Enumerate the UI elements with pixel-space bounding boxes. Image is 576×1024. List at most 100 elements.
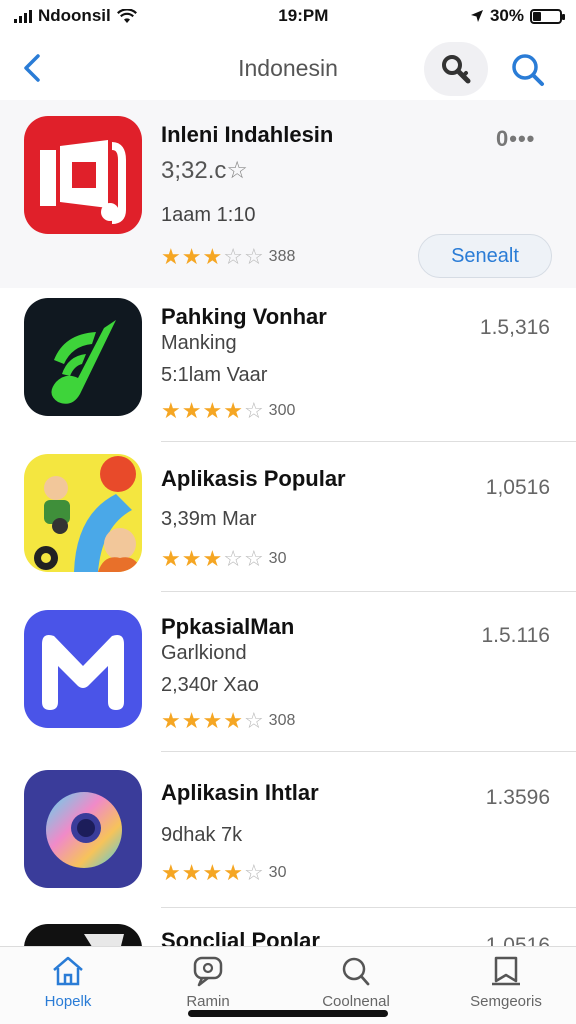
app-size: 1,0516 <box>485 476 550 499</box>
app-name: Inleni Indahlesin <box>161 122 334 147</box>
get-button[interactable]: Senealt <box>418 234 552 278</box>
tab-label: Hopelk <box>44 993 92 1010</box>
app-meta: 2,340r Xao <box>161 674 259 696</box>
tab-label: Coolnenal <box>322 993 390 1010</box>
key-button[interactable] <box>424 42 488 96</box>
app-meta: 5:1lam Vaar <box>161 364 268 386</box>
star-rating: ★ ★ ★ ☆ ☆ 388 <box>161 246 295 268</box>
app-rating-text: 3;32.c☆ <box>161 156 248 185</box>
chat-icon <box>193 956 223 987</box>
tab-ramin[interactable]: Ramin <box>148 955 268 1010</box>
status-bar: Ndoonsil 19:PM 30% <box>0 0 576 32</box>
rating-count: 388 <box>268 248 296 265</box>
star-filled-icon: ★ <box>181 398 202 423</box>
app-icon <box>24 924 142 946</box>
more-button[interactable]: 0••• <box>496 126 535 152</box>
star-filled-icon: ★ <box>202 546 223 571</box>
chevron-left-icon <box>24 54 40 82</box>
tab-label: Ramin <box>186 993 230 1010</box>
star-filled-icon: ★ <box>202 398 223 423</box>
star-empty-icon: ☆ <box>223 546 243 571</box>
list-item[interactable]: Sonclial Poplar 1.0516 <box>0 908 576 946</box>
star-filled-icon: ★ <box>181 708 202 733</box>
page-title: Indonesin <box>238 54 338 81</box>
app-size: 1.0516 <box>485 934 550 946</box>
tab-home[interactable]: Hopelk <box>8 955 128 1010</box>
star-empty-icon: ☆ <box>243 244 264 269</box>
house-icon <box>53 956 83 986</box>
music-note-app-icon <box>24 298 142 416</box>
star-filled-icon: ★ <box>223 860 243 885</box>
star-rating: ★ ★ ★ ★ ☆ 30 <box>161 862 286 884</box>
clock: 19:PM <box>278 6 329 25</box>
back-button[interactable] <box>18 52 48 84</box>
app-subtitle: Garlkiond <box>161 642 247 664</box>
search-icon <box>512 54 544 86</box>
wifi-icon <box>116 8 137 23</box>
star-rating: ★ ★ ★ ☆ ☆ 30 <box>161 548 286 570</box>
key-icon <box>442 55 471 84</box>
battery-icon <box>529 8 565 24</box>
ring-app-icon <box>24 770 142 888</box>
home-indicator[interactable] <box>188 1010 388 1017</box>
star-empty-icon: ☆ <box>243 398 264 423</box>
app-list: Inleni Indahlesin 3;32.c☆ 1aam 1:10 ★ ★ ★ ☆… <box>0 100 576 946</box>
carrier-name: Ndoonsil <box>38 6 111 25</box>
battery-fill <box>532 11 541 21</box>
battery-percent: 30% <box>489 6 524 25</box>
app-name: Sonclial Poplar <box>161 928 320 946</box>
star-filled-icon: ★ <box>161 244 181 269</box>
star-rating: ★ ★ ★ ★ ☆ 308 <box>161 710 295 732</box>
star-empty-icon: ☆ <box>223 244 243 269</box>
star-filled-icon: ★ <box>161 398 181 423</box>
letter-m-app-icon <box>24 610 142 728</box>
app-name: Aplikasin Ihtlar <box>161 780 319 805</box>
star-filled-icon: ★ <box>181 860 202 885</box>
star-filled-icon: ★ <box>223 708 243 733</box>
app-size: 1.5.116 <box>481 624 550 647</box>
kids-app-icon <box>24 454 142 572</box>
list-item[interactable]: PpkasialMan Garlkiond 2,340r Xao ★ ★ ★ ★ ☆ 30… <box>0 592 576 752</box>
status-left: Ndoonsil <box>14 6 137 26</box>
star-filled-icon: ★ <box>161 860 181 885</box>
tab-semgeoris[interactable]: Semgeoris <box>446 955 566 1010</box>
list-item[interactable]: Aplikasis Popular 3,39m Mar ★ ★ ★ ☆ ☆ 30 1,05… <box>0 442 576 592</box>
cellular-signal-icon <box>14 9 32 23</box>
tab-coolnenal[interactable]: Coolnenal <box>296 955 416 1010</box>
star-filled-icon: ★ <box>202 244 223 269</box>
app-size: 1.3596 <box>485 786 550 809</box>
app-meta: 1aam 1:10 <box>161 204 256 226</box>
rating-count: 30 <box>268 550 287 567</box>
star-empty-icon: ☆ <box>243 860 264 885</box>
rating-count: 308 <box>268 712 296 729</box>
app-size: 1.5,316 <box>479 316 550 339</box>
star-filled-icon: ★ <box>161 546 181 571</box>
bookmark-icon <box>492 956 520 986</box>
star-outline-icon: ☆ <box>226 157 248 184</box>
rating-value: 3;32.c <box>161 157 227 184</box>
star-filled-icon: ★ <box>161 708 181 733</box>
star-rating: ★ ★ ★ ★ ☆ 300 <box>161 400 295 422</box>
app-name: PpkasialMan <box>161 614 295 639</box>
featured-app-row[interactable]: Inleni Indahlesin 3;32.c☆ 1aam 1:10 ★ ★ ★ ☆… <box>0 100 576 288</box>
app-meta: 9dhak 7k <box>161 824 243 846</box>
list-item[interactable]: Pahking Vonhar Manking 5:1lam Vaar ★ ★ ★ ★ ☆… <box>0 288 576 442</box>
star-filled-icon: ★ <box>181 546 202 571</box>
location-arrow-icon <box>470 10 483 22</box>
list-item[interactable]: Aplikasin Ihtlar 9dhak 7k ★ ★ ★ ★ ☆ 30 1.3596 <box>0 752 576 908</box>
video-app-icon <box>24 116 142 234</box>
search-icon <box>342 957 370 986</box>
app-name: Aplikasis Popular <box>161 466 346 491</box>
navigation-bar: Indonesin <box>0 36 576 100</box>
app-name: Pahking Vonhar <box>161 304 327 329</box>
star-filled-icon: ★ <box>202 708 223 733</box>
rating-count: 300 <box>268 402 296 419</box>
app-meta: 3,39m Mar <box>161 508 257 530</box>
tab-label: Semgeoris <box>470 993 542 1010</box>
rating-count: 30 <box>268 864 287 881</box>
app-subtitle: Manking <box>161 332 237 354</box>
star-filled-icon: ★ <box>202 860 223 885</box>
star-empty-icon: ☆ <box>243 546 264 571</box>
search-button[interactable] <box>508 50 548 90</box>
star-filled-icon: ★ <box>181 244 202 269</box>
